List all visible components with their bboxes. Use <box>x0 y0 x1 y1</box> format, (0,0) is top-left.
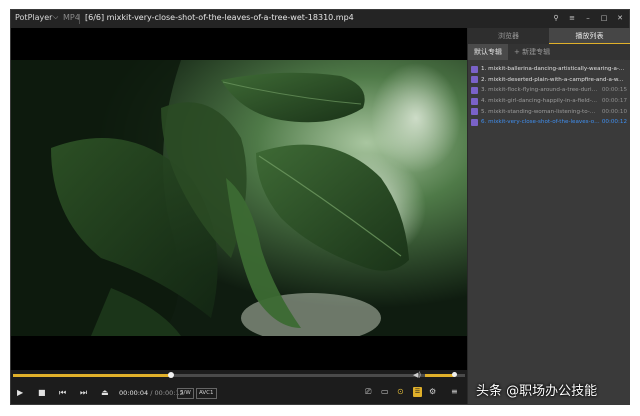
seek-bar[interactable] <box>13 372 465 378</box>
window-controls: ⚲ ≡ – □ ✕ <box>551 12 625 24</box>
control-bar: ▶ ■ ⏮ ⏭ ⏏ 00:00:04 / 00:00:12 S/W AVC1 ⎚… <box>11 382 467 404</box>
stop-icon[interactable]: ■ <box>38 388 46 398</box>
play-icon[interactable]: ▶ <box>17 388 23 398</box>
title-bar: PotPlayer ⌵ MP4 [6/6] mixkit-very-close-… <box>11 10 629 28</box>
decoder-badge[interactable]: S/W <box>177 388 194 399</box>
app-menu-button[interactable]: PotPlayer <box>15 13 52 22</box>
list-item[interactable]: 4. mixkit-girl-dancing-happily-in-a-fiel… <box>468 96 630 107</box>
volume-handle[interactable] <box>451 372 457 377</box>
tab-playlist[interactable]: 播放列表 <box>549 28 630 44</box>
close-icon[interactable]: ✕ <box>615 12 625 24</box>
tab-browser[interactable]: 浏览器 <box>468 28 549 44</box>
panel-tabs: 浏览器 播放列表 <box>468 28 630 44</box>
format-label: MP4 <box>63 13 80 22</box>
list-item[interactable]: 5. mixkit-standing-woman-listening-to-m.… <box>468 106 630 117</box>
player-window: PotPlayer ⌵ MP4 [6/6] mixkit-very-close-… <box>10 9 630 405</box>
current-time: 00:00:04 <box>119 389 149 397</box>
list-item[interactable]: 3. mixkit-flock-flying-around-a-tree-dur… <box>468 85 630 96</box>
chevron-down-icon[interactable]: ⌵ <box>53 13 58 22</box>
next-icon[interactable]: ⏭ <box>80 388 87 398</box>
video-frame <box>11 28 467 370</box>
video-file-icon <box>471 76 478 84</box>
pin-icon[interactable]: ⚲ <box>551 12 561 24</box>
settings-icon[interactable]: ⚙ <box>429 387 436 396</box>
video-file-icon <box>471 86 478 94</box>
album-bar: 默认专辑 + 新建专辑 <box>468 44 630 60</box>
volume-fill <box>425 374 454 377</box>
time-display: 00:00:04 / 00:00:12 <box>119 389 184 397</box>
window-title: [6/6] mixkit-very-close-shot-of-the-leav… <box>85 13 354 22</box>
volume-icon[interactable]: ◀) <box>413 371 421 379</box>
list-item-current[interactable]: 6. mixkit-very-close-shot-of-the-leaves-… <box>468 117 630 128</box>
video-file-icon <box>471 108 478 116</box>
screen-icon[interactable]: ⎚ <box>365 387 371 397</box>
minimize-icon[interactable]: – <box>583 12 593 24</box>
capture-icon[interactable]: ⊙ <box>397 387 404 396</box>
seek-handle[interactable] <box>168 372 175 378</box>
codec-badge[interactable]: AVC1 <box>196 388 217 399</box>
video-file-icon <box>471 97 478 105</box>
divider <box>79 14 80 24</box>
menu-icon[interactable]: ≡ <box>451 387 458 396</box>
default-album-tab[interactable]: 默认专辑 <box>468 44 508 60</box>
seek-bar-fill <box>13 374 172 377</box>
subtitle-icon[interactable]: ▭ <box>381 387 389 396</box>
playlist-panel: 浏览器 播放列表 默认专辑 + 新建专辑 1. mixkit-ballerina… <box>467 28 630 404</box>
previous-icon[interactable]: ⏮ <box>59 388 66 398</box>
maximize-icon[interactable]: □ <box>599 12 609 24</box>
video-area[interactable] <box>11 28 467 370</box>
list-item[interactable]: 2. mixkit-deserted-plain-with-a-campfire… <box>468 75 630 86</box>
list-item[interactable]: 1. mixkit-ballerina-dancing-artistically… <box>468 64 630 75</box>
watermark-text: 头条 @职场办公技能 <box>476 384 598 399</box>
playlist-toggle-icon[interactable]: ☰ <box>413 387 422 397</box>
menu-icon[interactable]: ≡ <box>567 12 577 24</box>
playlist: 1. mixkit-ballerina-dancing-artistically… <box>468 64 630 128</box>
volume-slider[interactable] <box>425 372 459 377</box>
video-file-icon <box>471 65 478 73</box>
video-file-icon <box>471 118 478 126</box>
new-album-button[interactable]: + 新建专辑 <box>508 47 556 57</box>
eject-icon[interactable]: ⏏ <box>101 388 109 398</box>
